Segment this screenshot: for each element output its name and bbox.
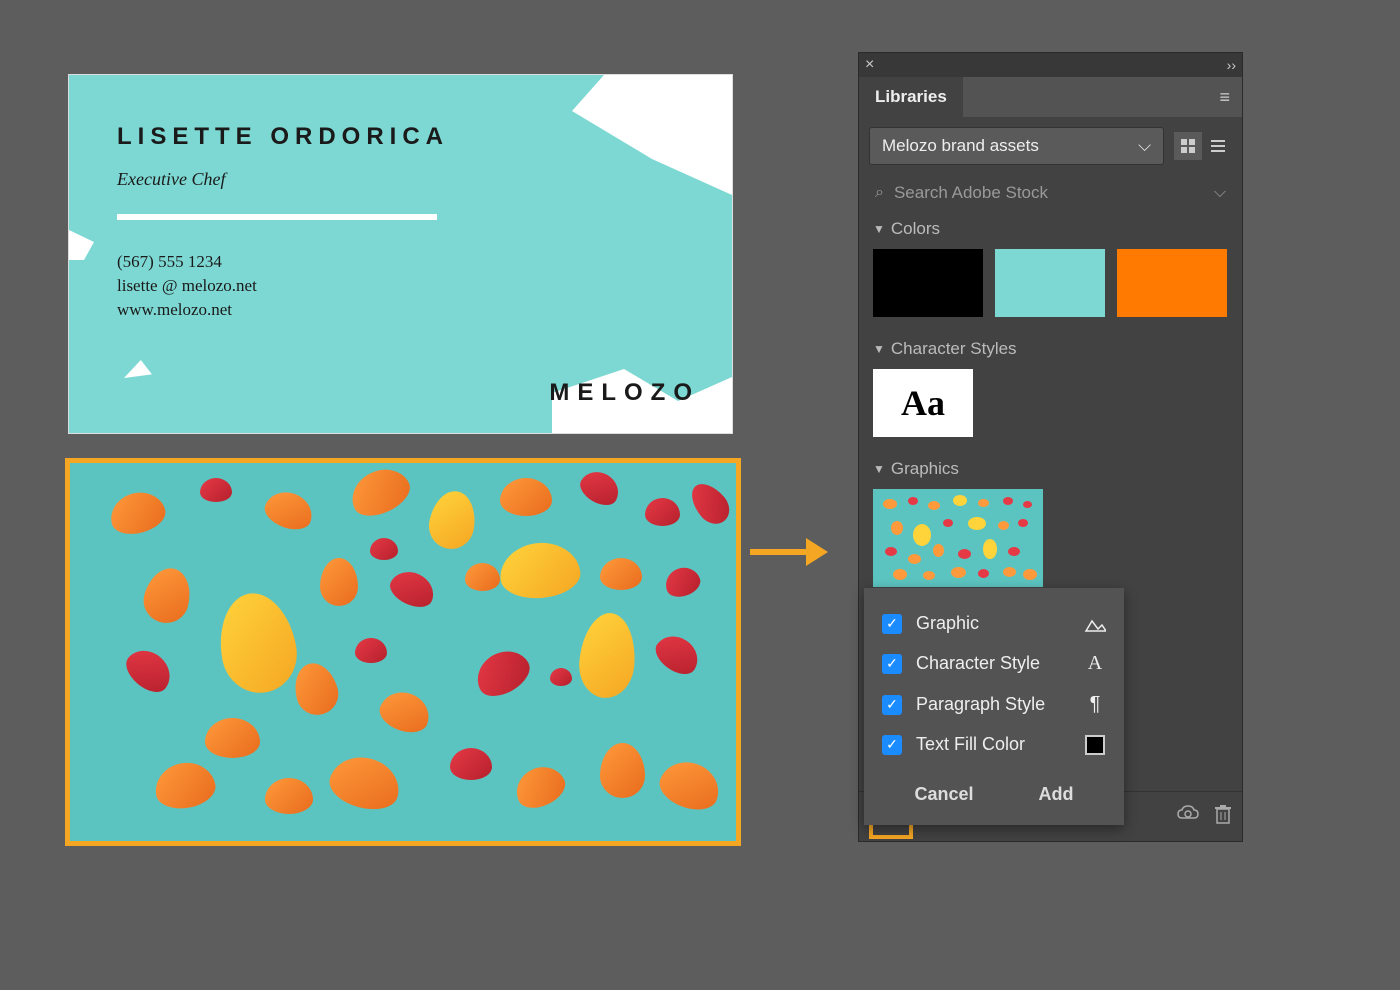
libraries-tab[interactable]: Libraries: [859, 77, 963, 117]
card-flake: [124, 360, 152, 378]
popup-item-text-fill-color[interactable]: ✓ Text Fill Color: [882, 725, 1106, 764]
card-email: lisette @ melozo.net: [117, 276, 449, 296]
card-flake-left: [69, 230, 94, 260]
search-chevron-icon[interactable]: ⌵: [1214, 184, 1226, 202]
panel-menu-icon[interactable]: ≡: [1207, 87, 1242, 108]
business-card: LISETTE ORDORICA Executive Chef (567) 55…: [68, 74, 733, 434]
triangle-down-icon: ▼: [873, 342, 885, 356]
chevron-down-icon: ⌵: [1138, 136, 1151, 156]
card-phone: (567) 555 1234: [117, 252, 449, 272]
popup-item-paragraph-style[interactable]: ✓ Paragraph Style ¶: [882, 684, 1106, 725]
trash-icon[interactable]: [1214, 804, 1232, 830]
add-button[interactable]: Add: [1027, 780, 1086, 809]
checkbox-icon[interactable]: ✓: [882, 735, 902, 755]
collapse-icon[interactable]: ››: [1227, 57, 1236, 73]
character-icon: A: [1084, 652, 1106, 675]
triangle-down-icon: ▼: [873, 222, 885, 236]
panel-titlebar[interactable]: × ››: [859, 53, 1242, 77]
checkbox-icon[interactable]: ✓: [882, 695, 902, 715]
graphic-thumbnail[interactable]: [873, 489, 1043, 587]
pilcrow-icon: ¶: [1084, 693, 1106, 716]
card-brand: MELOZO: [549, 379, 700, 407]
card-website: www.melozo.net: [117, 300, 449, 320]
selected-graphic-image[interactable]: [65, 458, 741, 846]
library-dropdown[interactable]: Melozo brand assets ⌵: [869, 127, 1164, 165]
checkbox-icon[interactable]: ✓: [882, 654, 902, 674]
cancel-button[interactable]: Cancel: [902, 780, 985, 809]
card-title: Executive Chef: [117, 169, 449, 190]
popup-item-graphic[interactable]: ✓ Graphic: [882, 604, 1106, 643]
card-name: LISETTE ORDORICA: [117, 123, 449, 151]
graphics-section-header[interactable]: ▼ Graphics: [873, 459, 1228, 479]
character-style-thumb[interactable]: Aa: [873, 369, 973, 437]
card-torn-edge-tr: [572, 75, 732, 195]
add-asset-popup: ✓ Graphic ✓ Character Style A ✓ Paragrap…: [864, 588, 1124, 825]
color-swatch-black[interactable]: [873, 249, 983, 317]
color-swatch-orange[interactable]: [1117, 249, 1227, 317]
search-icon: ⌕: [875, 184, 884, 202]
card-divider: [117, 214, 437, 220]
close-icon[interactable]: ×: [865, 56, 874, 74]
checkbox-icon[interactable]: ✓: [882, 614, 902, 634]
graphic-icon: [1084, 615, 1106, 633]
grid-view-button[interactable]: [1174, 132, 1202, 160]
triangle-down-icon: ▼: [873, 462, 885, 476]
fill-color-icon: [1084, 735, 1106, 755]
colors-section-header[interactable]: ▼ Colors: [873, 219, 1228, 239]
cloud-sync-icon[interactable]: [1176, 804, 1200, 830]
arrow-annotation: [750, 538, 828, 566]
search-input[interactable]: Search Adobe Stock: [894, 183, 1204, 203]
color-swatch-teal[interactable]: [995, 249, 1105, 317]
list-view-button[interactable]: [1204, 132, 1232, 160]
popup-item-character-style[interactable]: ✓ Character Style A: [882, 643, 1106, 684]
charstyles-section-header[interactable]: ▼ Character Styles: [873, 339, 1228, 359]
library-name: Melozo brand assets: [882, 136, 1039, 156]
